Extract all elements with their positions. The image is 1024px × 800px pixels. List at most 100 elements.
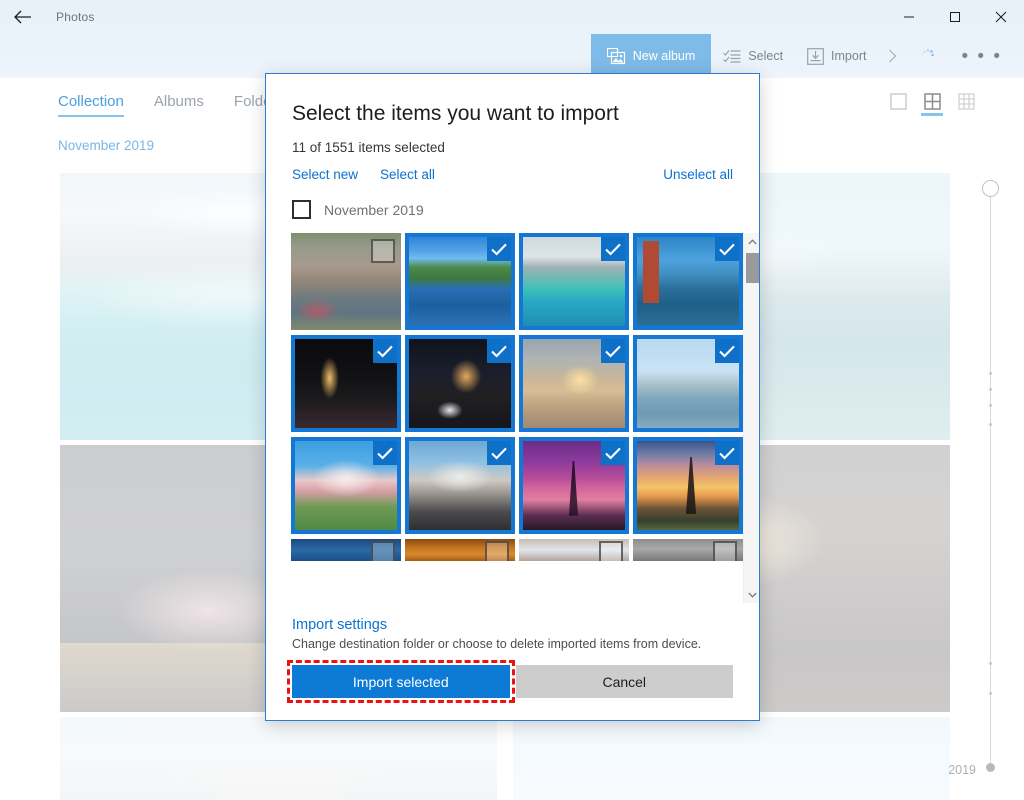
thumb-unchecked-box[interactable] xyxy=(371,541,395,561)
timeline-tick xyxy=(989,372,992,375)
cancel-button[interactable]: Cancel xyxy=(516,665,734,698)
thumb-unchecked-box[interactable] xyxy=(371,239,395,263)
thumb-checked-box[interactable] xyxy=(373,441,397,465)
thumb-old-town-canal[interactable] xyxy=(291,233,401,330)
thumb-partial-gray[interactable] xyxy=(633,539,743,561)
checkmark-icon xyxy=(719,345,735,358)
thumb-eiffel-golden-sunset[interactable] xyxy=(633,437,743,534)
thumb-checked-box[interactable] xyxy=(601,237,625,261)
title-bar: Photos xyxy=(0,0,1024,34)
view-single-icon xyxy=(890,93,907,110)
minimize-button[interactable] xyxy=(886,0,932,34)
group-label: November 2019 xyxy=(324,202,424,218)
thumb-vegas-strip-fountain[interactable] xyxy=(405,335,515,432)
select-all-link[interactable]: Select all xyxy=(380,167,435,182)
group-checkbox-november-2019[interactable] xyxy=(292,200,311,219)
timeline-track xyxy=(990,192,991,770)
checkmark-icon xyxy=(719,447,735,460)
close-icon xyxy=(995,11,1007,23)
dialog-scrollbar-thumb[interactable] xyxy=(746,253,759,283)
import-button[interactable]: Import xyxy=(795,34,878,78)
timeline-scrollbar[interactable]: 2019 xyxy=(980,180,1002,780)
timeline-handle[interactable] xyxy=(982,180,999,197)
tab-collection[interactable]: Collection xyxy=(58,93,124,114)
thumb-partial-blue[interactable] xyxy=(291,539,401,561)
timeline-tick xyxy=(989,388,992,391)
thumb-partial-street[interactable] xyxy=(519,539,629,561)
more-options-button[interactable]: • • • xyxy=(947,34,1018,78)
scroll-down-arrow-icon[interactable] xyxy=(744,586,759,603)
thumb-checked-box[interactable] xyxy=(487,339,511,363)
timeline-tick xyxy=(989,404,992,407)
view-grid-2x2-button[interactable] xyxy=(922,90,942,116)
dialog-selection-links: Select new Select all Unselect all xyxy=(266,155,759,182)
thumb-disney-castle-dusk[interactable] xyxy=(405,437,515,534)
dialog-scrollbar[interactable] xyxy=(743,233,759,603)
thumb-checked-box[interactable] xyxy=(715,339,739,363)
view-grid-3x3-button[interactable] xyxy=(956,90,976,116)
tab-albums[interactable]: Albums xyxy=(154,93,204,114)
import-label: Import xyxy=(831,49,866,63)
bg-photo-sky-pale[interactable] xyxy=(513,717,950,800)
thumb-golden-gate-bridge[interactable] xyxy=(633,233,743,330)
minimize-icon xyxy=(903,11,915,23)
checkmark-icon xyxy=(605,447,621,460)
checkmark-icon xyxy=(377,447,393,460)
checkmark-icon xyxy=(491,447,507,460)
import-selected-button[interactable]: Import selected xyxy=(292,665,510,698)
expand-commands-button[interactable] xyxy=(878,34,907,78)
checkmark-icon xyxy=(491,345,507,358)
select-new-link[interactable]: Select new xyxy=(292,167,358,182)
thumb-seine-sunset-boat[interactable] xyxy=(519,335,629,432)
month-header: November 2019 xyxy=(58,138,154,153)
thumb-unchecked-box[interactable] xyxy=(599,541,623,561)
import-settings-description: Change destination folder or choose to d… xyxy=(266,633,759,651)
thumb-unchecked-box[interactable] xyxy=(485,541,509,561)
thumb-eiffel-purple-sky[interactable] xyxy=(519,437,629,534)
checkmark-icon xyxy=(491,243,507,256)
view-single-button[interactable] xyxy=(888,90,908,116)
new-album-button[interactable]: New album xyxy=(591,34,712,78)
dialog-button-row: Import selected Cancel xyxy=(266,651,759,720)
timeline-year-label: 2019 xyxy=(948,763,976,777)
thumb-checked-box[interactable] xyxy=(715,441,739,465)
checkmark-icon xyxy=(605,345,621,358)
thumb-river-daylight[interactable] xyxy=(633,335,743,432)
import-settings-link[interactable]: Import settings xyxy=(266,603,759,633)
thumb-checked-box[interactable] xyxy=(715,237,739,261)
unselect-all-link[interactable]: Unselect all xyxy=(663,167,733,182)
bg-photo-castle-pale[interactable] xyxy=(60,717,497,800)
maximize-icon xyxy=(949,11,961,23)
checkmark-icon xyxy=(377,345,393,358)
back-arrow-icon xyxy=(14,10,32,24)
close-button[interactable] xyxy=(978,0,1024,34)
thumb-turquoise-bay[interactable] xyxy=(519,233,629,330)
maximize-button[interactable] xyxy=(932,0,978,34)
scroll-up-arrow-icon[interactable] xyxy=(744,233,759,250)
thumb-checked-box[interactable] xyxy=(487,441,511,465)
thumb-checked-box[interactable] xyxy=(373,339,397,363)
view-grid-2x2-icon xyxy=(924,93,941,110)
thumb-checked-box[interactable] xyxy=(601,441,625,465)
checkmark-icon xyxy=(719,243,735,256)
checkmark-icon xyxy=(605,243,621,256)
dialog-selection-count: 11 of 1551 items selected xyxy=(266,126,759,155)
dialog-title: Select the items you want to import xyxy=(266,74,759,126)
dialog-thumbnail-scroll-area xyxy=(266,233,759,603)
thumb-disney-castle-day[interactable] xyxy=(291,437,401,534)
thumb-unchecked-box[interactable] xyxy=(713,541,737,561)
select-label: Select xyxy=(748,49,783,63)
view-grid-3x3-icon xyxy=(958,93,975,110)
thumb-checked-box[interactable] xyxy=(601,339,625,363)
thumb-lake-hillside[interactable] xyxy=(405,233,515,330)
thumb-vegas-paris-night[interactable] xyxy=(291,335,401,432)
thumb-partial-orange[interactable] xyxy=(405,539,515,561)
back-button[interactable] xyxy=(0,0,46,34)
thumb-checked-box[interactable] xyxy=(487,237,511,261)
new-album-icon xyxy=(607,48,626,65)
photos-app-window: Photos xyxy=(0,0,1024,800)
view-mode-group xyxy=(888,90,1024,116)
sync-status-indicator xyxy=(907,34,947,78)
select-button[interactable]: Select xyxy=(711,34,795,78)
timeline-end-marker[interactable] xyxy=(986,763,995,772)
